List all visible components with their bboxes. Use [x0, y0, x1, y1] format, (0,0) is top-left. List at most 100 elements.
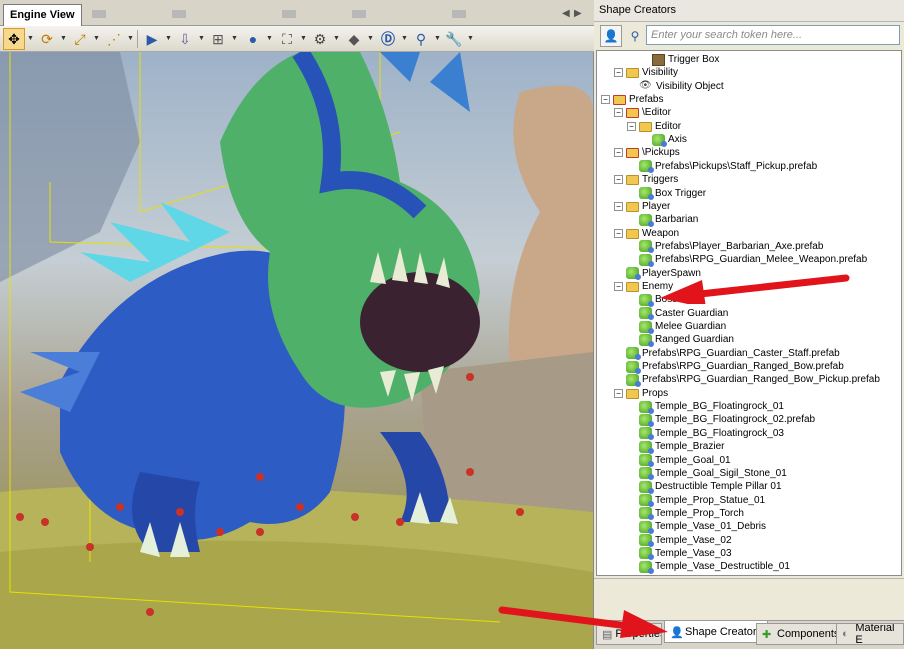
debug-d-icon[interactable]: Ⓓ	[377, 28, 399, 50]
shape-tree[interactable]: Trigger Box − Visibility 👁 Visibility Object…	[596, 50, 902, 576]
tree-item-label: Axis	[668, 134, 687, 146]
collapse-toggle-icon[interactable]: −	[614, 175, 623, 185]
user-filter-icon[interactable]: 👤	[600, 25, 622, 47]
tree-item[interactable]: − \Pickups	[614, 146, 680, 159]
scale-tool-icon[interactable]: ⤢	[69, 28, 91, 50]
hidden-tab[interactable]	[282, 10, 296, 18]
tree-item[interactable]: Prefabs\Player_Barbarian_Axe.prefab	[639, 240, 824, 254]
wrench-icon[interactable]: 🔧	[443, 28, 465, 50]
tree-item[interactable]: Temple_Vase_02	[639, 534, 732, 548]
collapse-toggle-icon[interactable]: −	[614, 108, 623, 118]
collapse-toggle-icon[interactable]: −	[614, 388, 623, 398]
tree-item[interactable]: Temple_Prop_Torch	[639, 507, 744, 521]
collapse-toggle-icon[interactable]: −	[614, 281, 623, 291]
tree-item[interactable]: − Props	[614, 387, 668, 400]
tree-item[interactable]: − Editor	[627, 120, 681, 133]
tree-item[interactable]: Temple_Vase_Destructible_01	[639, 560, 790, 574]
chevron-down-icon[interactable]: ▼	[165, 35, 172, 42]
tree-item[interactable]: Prefabs\RPG_Guardian_Ranged_Bow.prefab	[626, 360, 844, 374]
annotation-arrow-boss	[660, 274, 850, 304]
shading-icon[interactable]: ◆	[343, 28, 365, 50]
chevron-down-icon[interactable]: ▼	[333, 35, 340, 42]
tree-item[interactable]: Prefabs\RPG_Guardian_Ranged_Bow_Pickup.p…	[626, 373, 880, 387]
chevron-down-icon[interactable]: ▼	[198, 35, 205, 42]
tree-item[interactable]: Temple_Vase_01_Debris	[639, 520, 766, 534]
tree-item[interactable]: − Triggers	[614, 173, 678, 186]
rotate-tool-icon[interactable]: ⟳	[36, 28, 58, 50]
3d-viewport[interactable]	[0, 52, 593, 649]
panel-title: Shape Creators	[594, 0, 904, 22]
tree-item[interactable]: Prefabs\Pickups\Staff_Pickup.prefab	[639, 160, 817, 174]
chevron-down-icon[interactable]: ▼	[300, 35, 307, 42]
chevron-down-icon[interactable]: ▼	[127, 35, 134, 42]
tree-item[interactable]: Prefabs\RPG_Guardian_Melee_Weapon.prefab	[639, 253, 867, 267]
tree-item[interactable]: Temple_Vase_03	[639, 547, 732, 561]
tree-item[interactable]: Box Trigger	[639, 187, 706, 200]
hidden-tab[interactable]	[352, 10, 366, 18]
tab-label: Material E	[855, 623, 895, 645]
tree-item[interactable]: Temple_BG_Floatingrock_01	[639, 400, 784, 414]
tree-item-label: Prefabs\Player_Barbarian_Axe.prefab	[655, 240, 824, 252]
shape-icon	[639, 547, 654, 561]
tree-item[interactable]: Temple_Goal_01	[639, 454, 731, 467]
tree-item[interactable]: Axis	[652, 133, 687, 147]
tab-engine-view[interactable]: Engine View	[3, 4, 82, 26]
tree-item-label: Prefabs\RPG_Guardian_Caster_Staff.prefab	[642, 347, 840, 359]
tree-item[interactable]: − Prefabs	[601, 93, 663, 106]
collapse-toggle-icon[interactable]: −	[614, 148, 623, 158]
tree-item[interactable]: − Weapon	[614, 227, 679, 240]
tab-scroll-left-icon[interactable]: ◀	[562, 8, 570, 19]
chevron-down-icon[interactable]: ▼	[401, 35, 408, 42]
chevron-down-icon[interactable]: ▼	[60, 35, 67, 42]
camera-settings-icon[interactable]: ⚙	[309, 28, 331, 50]
camera-icon[interactable]: ⛶	[276, 28, 298, 50]
move-tool-icon[interactable]: ✥	[3, 28, 25, 50]
shape-icon	[639, 187, 654, 200]
tree-item[interactable]: Temple_BG_Floatingrock_03	[639, 427, 784, 441]
link-tool-icon[interactable]: ⋰	[103, 28, 125, 50]
eye-icon: 👁	[639, 80, 652, 92]
tree-item[interactable]: Temple_BG_Floatingrock_02.prefab	[639, 413, 815, 427]
tree-item[interactable]: Ranged Guardian	[639, 333, 734, 347]
tab-shape-creators[interactable]: 👤 Shape Creators	[664, 621, 769, 643]
tree-item[interactable]: 👁 Visibility Object	[639, 80, 724, 93]
snap-icon[interactable]: ⊞	[207, 28, 229, 50]
tree-item[interactable]: Prefabs\RPG_Guardian_Caster_Staff.prefab	[626, 347, 840, 361]
chevron-down-icon[interactable]: ▼	[367, 35, 374, 42]
tab-scroll-right-icon[interactable]: ▶	[574, 8, 582, 19]
tree-item[interactable]: − Player	[614, 200, 670, 213]
tree-item[interactable]: Barbarian	[639, 213, 698, 227]
hidden-tab[interactable]	[172, 10, 186, 18]
collapse-toggle-icon[interactable]: −	[614, 68, 623, 78]
search-input[interactable]	[646, 25, 900, 45]
chevron-down-icon[interactable]: ▼	[434, 35, 441, 42]
tree-item[interactable]: Trigger Box	[652, 53, 719, 66]
chevron-down-icon[interactable]: ▼	[266, 35, 273, 42]
shape-icon	[639, 307, 654, 321]
tree-item-label: Temple_Prop_Torch	[655, 507, 744, 519]
tree-item[interactable]: Destructible Temple Pillar 01	[639, 480, 782, 494]
chevron-down-icon[interactable]: ▼	[231, 35, 238, 42]
hidden-tab[interactable]	[92, 10, 106, 18]
tree-item[interactable]: Temple_Prop_Statue_01	[639, 494, 765, 508]
tree-item[interactable]: − \Editor	[614, 106, 671, 119]
collapse-toggle-icon[interactable]: −	[627, 121, 636, 131]
tree-item[interactable]: Temple_Brazier	[639, 440, 724, 454]
zoom-icon[interactable]: ⚲	[410, 28, 432, 50]
hidden-tab[interactable]	[452, 10, 466, 18]
tree-item[interactable]: Melee Guardian	[639, 320, 726, 334]
chevron-down-icon[interactable]: ▼	[467, 35, 474, 42]
chevron-down-icon[interactable]: ▼	[27, 35, 34, 42]
tab-material-editor[interactable]: ◐ Material E	[836, 623, 904, 645]
tree-item[interactable]: − Visibility	[614, 66, 678, 79]
collapse-toggle-icon[interactable]: −	[601, 95, 610, 105]
collapse-toggle-icon[interactable]: −	[614, 228, 623, 238]
tree-item[interactable]: Temple_Goal_Sigil_Stone_01	[639, 467, 787, 481]
drop-to-floor-icon[interactable]: ⇩	[174, 28, 196, 50]
tree-item[interactable]: Caster Guardian	[639, 307, 728, 321]
collapse-toggle-icon[interactable]: −	[614, 201, 623, 211]
sphere-icon[interactable]: ●	[242, 28, 264, 50]
play-icon[interactable]: ▶	[141, 28, 163, 50]
chevron-down-icon[interactable]: ▼	[93, 35, 100, 42]
tab-components[interactable]: ✚ Components	[756, 623, 846, 645]
